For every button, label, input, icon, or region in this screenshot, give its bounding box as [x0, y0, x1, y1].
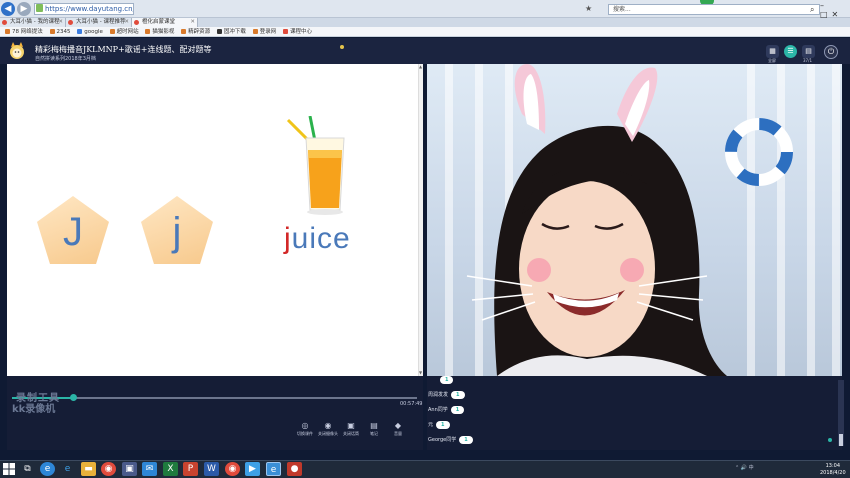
- bookmark-item[interactable]: 超时网站: [109, 27, 139, 37]
- tab-recommend[interactable]: 大耳小猫 - 课程推荐 ✕: [66, 18, 132, 27]
- tab-classroom[interactable]: 橙化启蒙课堂 ✕: [132, 18, 198, 27]
- notes-button[interactable]: ▤ 笔记: [364, 421, 384, 437]
- bookmarks-bar: 78 网络提法 2345 google 超时网站 猫猫影视 精辟资源 固冲下载 …: [0, 27, 850, 37]
- chat-message: Ann同学 1: [428, 406, 465, 414]
- teacher-video: [427, 64, 842, 376]
- active-browser-icon[interactable]: e: [266, 462, 281, 476]
- power-icon[interactable]: ⏻: [824, 45, 838, 59]
- search-input[interactable]: 搜索...: [608, 4, 820, 15]
- playback-time: 00:57:49: [400, 401, 423, 407]
- bookmark-icon: [5, 29, 10, 34]
- folder-icon[interactable]: ▬: [81, 462, 96, 476]
- chat-message: 元1: [428, 421, 450, 429]
- app-icon[interactable]: ▣: [122, 462, 137, 476]
- teacher-figure-image: [466, 64, 793, 376]
- edge-icon[interactable]: e: [60, 462, 75, 476]
- course-subtitle: 自然拼读系列2018年3月档: [35, 56, 96, 62]
- bookmark-icon: [181, 29, 187, 34]
- bookmark-icon: [282, 29, 288, 34]
- mail-icon[interactable]: ✉: [142, 462, 157, 476]
- clock[interactable]: 13:04 2018/4/20: [820, 463, 846, 477]
- pentagon-letter-lower: j: [172, 210, 182, 254]
- bookmark-icon: [145, 29, 151, 34]
- grid-icon[interactable]: ▦: [766, 45, 779, 58]
- bookmark-icon: [252, 29, 258, 34]
- toolbar-star-icon[interactable]: ★: [585, 4, 592, 13]
- bookmark-icon: [49, 29, 55, 34]
- task-view-icon[interactable]: ⧉: [20, 462, 35, 476]
- system-tray[interactable]: ⌃ 🔊 中: [735, 464, 754, 471]
- mic-icon: ▣: [347, 421, 355, 430]
- status-dot: [340, 45, 344, 49]
- vocab-word-initial: j: [284, 222, 292, 255]
- progress-knob[interactable]: [69, 394, 77, 401]
- tab-favicon-icon: [134, 20, 139, 25]
- playback-panel: [7, 376, 423, 450]
- chat-bubble: 1: [459, 436, 473, 444]
- lock-icon: [36, 4, 43, 12]
- tab-favicon-icon: [68, 20, 73, 25]
- vocab-word: juice: [284, 222, 351, 256]
- powerpoint-icon[interactable]: P: [183, 462, 198, 476]
- browser-app-icon[interactable]: e: [40, 462, 55, 476]
- bookmark-item[interactable]: 78 网络提法: [5, 27, 43, 37]
- chat-bubble: 1: [451, 391, 465, 399]
- chat-message: George同学 1: [428, 436, 473, 444]
- bookmark-item[interactable]: 登录网: [252, 27, 276, 37]
- bookmark-icon: [216, 29, 222, 34]
- browser2-icon[interactable]: ◉: [225, 462, 240, 476]
- window-controls[interactable]: –□✕: [820, 1, 850, 19]
- chat-scrollbar-thumb[interactable]: [839, 434, 843, 446]
- bookmark-item[interactable]: 精辟资源: [181, 27, 210, 37]
- bookmark-icon: [77, 29, 83, 34]
- bookmark-item[interactable]: google: [77, 27, 103, 37]
- play-icon: ◎: [301, 421, 309, 430]
- camera-off-button[interactable]: ◉ 关闭摄像头: [318, 421, 338, 437]
- chat-bubble: 1: [440, 376, 454, 384]
- watermark-line2: kk录像机: [12, 404, 56, 415]
- volume-button[interactable]: ◆ 音量: [388, 421, 408, 437]
- course-title: 精彩梅梅播音JKLMNP+歌谣+连线题、配对题等: [35, 45, 212, 54]
- bookmark-item[interactable]: 2345: [49, 27, 71, 37]
- chrome-icon[interactable]: ◉: [101, 462, 116, 476]
- chat-bubble: 1: [450, 406, 465, 414]
- chat-panel: [427, 376, 842, 450]
- bookmark-item[interactable]: 猫猫影视: [145, 27, 174, 37]
- recorder-icon[interactable]: ●: [287, 462, 302, 476]
- juice-glass-icon: [286, 116, 345, 215]
- scroll-up-icon[interactable]: ▲: [418, 64, 423, 70]
- chat-bubble: 1: [436, 421, 450, 429]
- vocab-word-rest: uice: [291, 222, 351, 255]
- chat-indicator: [828, 438, 832, 442]
- tab-favicon-icon: [2, 20, 7, 25]
- address-bar[interactable]: https://www.dayutang.cn/study/learning/k…: [34, 3, 134, 15]
- player-icon[interactable]: ▶: [245, 462, 260, 476]
- close-icon[interactable]: ✕: [190, 18, 195, 27]
- speaker-icon: ◆: [394, 421, 402, 430]
- bookmark-icon: [109, 29, 115, 34]
- bookmark-item[interactable]: 固冲下载: [216, 27, 246, 37]
- pentagon-letter-upper: J: [63, 210, 83, 254]
- layers-icon[interactable]: ▤: [802, 45, 815, 58]
- close-icon[interactable]: ✕: [124, 18, 129, 27]
- windows-start-icon[interactable]: [3, 463, 15, 475]
- mic-off-button[interactable]: ▣ 关闭话筒: [341, 421, 361, 437]
- back-icon[interactable]: ◀: [1, 2, 15, 16]
- doc-icon: ▤: [370, 421, 378, 430]
- tab-my-courses[interactable]: 大耳小猫 - 我的课程 ✕: [0, 18, 66, 27]
- mascot-logo-icon: [10, 42, 24, 59]
- forward-icon[interactable]: ▶: [17, 2, 31, 16]
- slide-scrollbar[interactable]: [418, 64, 423, 376]
- chat-message: 周润发发 1: [428, 391, 465, 399]
- list-icon[interactable]: ☰: [784, 45, 797, 58]
- word-icon[interactable]: W: [204, 462, 219, 476]
- camera-icon: ◉: [324, 421, 332, 430]
- switch-courseware-button[interactable]: ◎ 切换课件: [295, 421, 315, 437]
- chat-message: 1: [428, 376, 454, 384]
- bookmark-item[interactable]: 课程中心: [282, 27, 312, 37]
- search-icon[interactable]: ⌕: [810, 5, 814, 15]
- close-icon[interactable]: ✕: [58, 18, 63, 27]
- header-button-label: 37/1: [803, 58, 812, 63]
- excel-icon[interactable]: X: [163, 462, 178, 476]
